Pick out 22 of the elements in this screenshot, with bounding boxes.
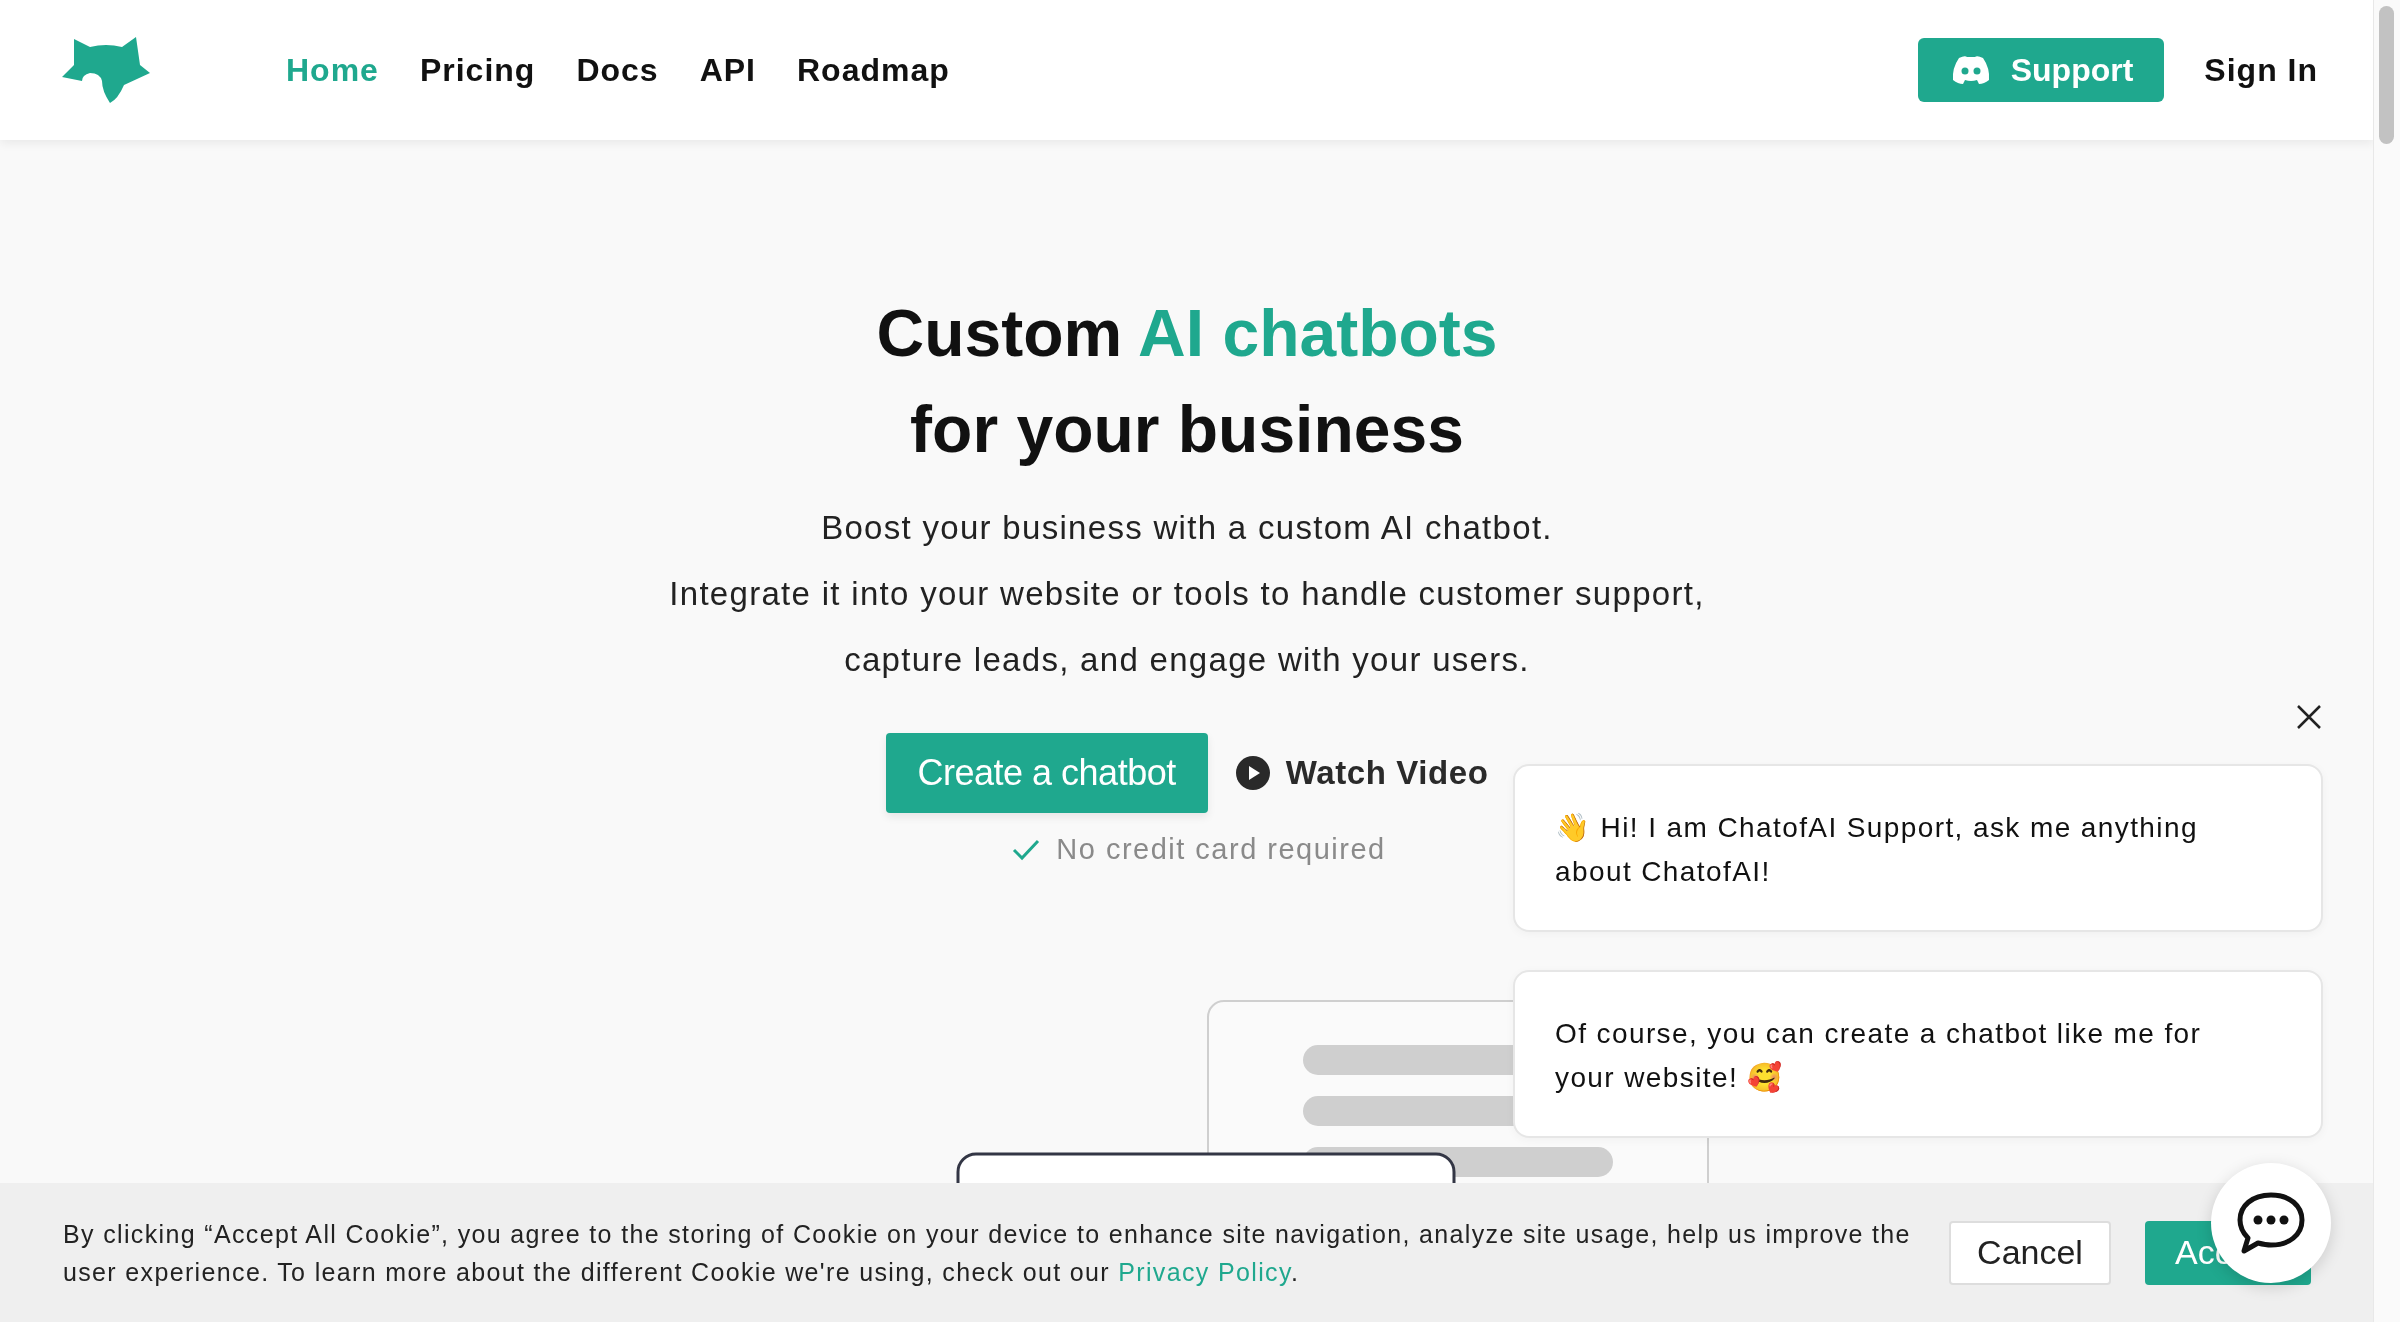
- check-icon: [1012, 838, 1041, 861]
- hero-title: Custom AI chatbots: [876, 295, 1498, 372]
- hero-subtitle: Integrate it into your website or tools to handle customer support,: [669, 574, 1705, 614]
- sign-in-link[interactable]: Sign In: [2204, 51, 2318, 89]
- nav-link[interactable]: Roadmap: [796, 51, 950, 89]
- nav-link[interactable]: API: [699, 51, 756, 89]
- game-controller-icon: [1950, 55, 1991, 85]
- hero-title: for your business: [910, 391, 1464, 468]
- nav-link[interactable]: Pricing: [419, 51, 536, 89]
- watch-video-button[interactable]: Watch Video: [1235, 754, 1489, 792]
- chat-bubble-icon: [2236, 1191, 2306, 1255]
- chat-message: Of course, you can create a chatbot like me for your website! 🥰: [1513, 970, 2323, 1138]
- chat-message: 👋 Hi! I am ChatofAI Support, ask me anything about ChatofAI!: [1513, 764, 2323, 932]
- hero-subtitle: Boost your business with a custom AI chatbot.: [821, 508, 1553, 548]
- nav-link[interactable]: Docs: [576, 51, 659, 89]
- no-credit-card-note: No credit card required: [1056, 833, 1386, 866]
- logo-icon[interactable]: [62, 35, 150, 105]
- cookie-notice: By clicking “Accept All Cookie”, you agree to the storing of Cookie on your device to enhance site navigation, analyze site usage, help us improve the user experience. To learn more about the different Cookie we're using, check out our Privacy Policy.: [63, 1218, 1912, 1288]
- scrollbar-thumb[interactable]: [2379, 6, 2394, 144]
- cancel-button[interactable]: Cancel: [1949, 1220, 2111, 1285]
- play-icon: [1235, 756, 1270, 790]
- hero-subtitle: capture leads, and engage with your users.: [844, 640, 1530, 680]
